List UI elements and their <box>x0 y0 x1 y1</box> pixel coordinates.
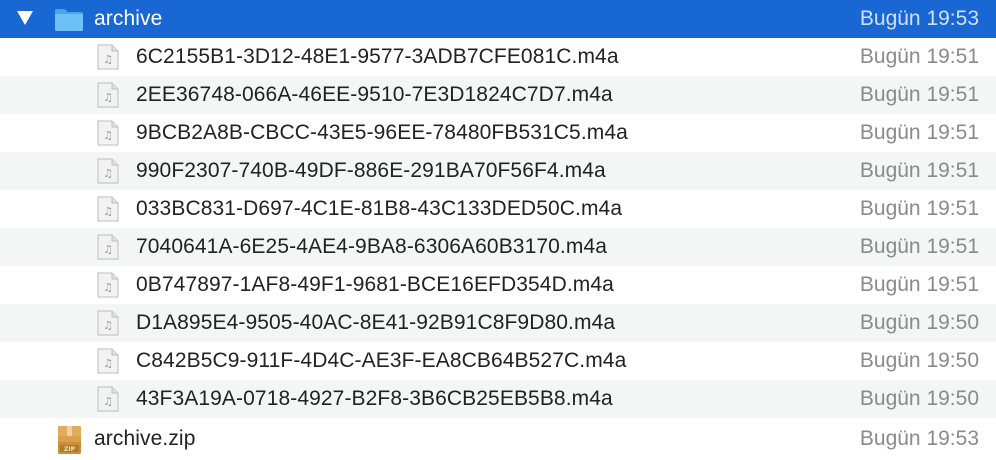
audio-file-icon: ♫ <box>97 44 119 70</box>
audio-file-icon: ♫ <box>97 82 119 108</box>
audio-file-icon: ♫ <box>97 234 119 260</box>
file-date: Bugün 19:51 <box>859 197 979 220</box>
audio-file-icon: ♫ <box>97 348 119 374</box>
svg-text:♫: ♫ <box>103 243 113 256</box>
zip-row-archive[interactable]: ZIP archive.zip Bugün 19:53 <box>0 420 996 458</box>
file-name: 0B747897-1AF8-49F1-9681-BCE16EFD354D.m4a <box>136 273 614 296</box>
svg-text:♫: ♫ <box>103 319 113 332</box>
svg-text:♫: ♫ <box>103 53 113 66</box>
svg-text:♫: ♫ <box>103 129 113 142</box>
file-row[interactable]: ♫ C842B5C9-911F-4D4C-AE3F-EA8CB64B527C.m… <box>0 342 996 380</box>
file-date: Bugün 19:50 <box>859 387 979 410</box>
file-list: archive Bugün 19:53 ♫ 6C2155B1-3D12-48E1… <box>0 0 996 460</box>
audio-file-icon: ♫ <box>97 158 119 184</box>
file-name: 7040641A-6E25-4AE4-9BA8-6306A60B3170.m4a <box>136 235 608 258</box>
audio-file-icon: ♫ <box>97 386 119 412</box>
file-row[interactable]: ♫ D1A895E4-9505-40AC-8E41-92B91C8F9D80.m… <box>0 304 996 342</box>
folder-name: archive <box>94 7 163 30</box>
file-name: 2EE36748-066A-46EE-9510-7E3D1824C7D7.m4a <box>136 83 613 106</box>
folder-row-archive[interactable]: archive Bugün 19:53 <box>0 0 996 38</box>
file-name: C842B5C9-911F-4D4C-AE3F-EA8CB64B527C.m4a <box>136 349 627 372</box>
file-row[interactable]: ♫ 2EE36748-066A-46EE-9510-7E3D1824C7D7.m… <box>0 76 996 114</box>
svg-text:♫: ♫ <box>103 205 113 218</box>
file-row[interactable]: ♫ 033BC831-D697-4C1E-81B8-43C133DED50C.m… <box>0 190 996 228</box>
file-name: 9BCB2A8B-CBCC-43E5-96EE-78480FB531C5.m4a <box>136 121 628 144</box>
file-row[interactable]: ♫ 0B747897-1AF8-49F1-9681-BCE16EFD354D.m… <box>0 266 996 304</box>
file-row[interactable]: ♫ 9BCB2A8B-CBCC-43E5-96EE-78480FB531C5.m… <box>0 114 996 152</box>
folder-date: Bugün 19:53 <box>859 7 979 30</box>
file-row[interactable]: ♫ 7040641A-6E25-4AE4-9BA8-6306A60B3170.m… <box>0 228 996 266</box>
file-row[interactable]: ♫ 43F3A19A-0718-4927-B2F8-3B6CB25EB5B8.m… <box>0 380 996 418</box>
svg-text:♫: ♫ <box>103 167 113 180</box>
file-date: Bugün 19:51 <box>859 235 979 258</box>
file-date: Bugün 19:51 <box>859 121 979 144</box>
file-date: Bugün 19:50 <box>859 349 979 372</box>
folder-icon <box>55 9 83 31</box>
zip-date: Bugün 19:53 <box>859 427 979 450</box>
file-name: D1A895E4-9505-40AC-8E41-92B91C8F9D80.m4a <box>136 311 616 334</box>
file-date: Bugün 19:50 <box>859 311 979 334</box>
svg-text:♫: ♫ <box>103 395 113 408</box>
audio-file-icon: ♫ <box>97 272 119 298</box>
svg-text:♫: ♫ <box>103 91 113 104</box>
audio-file-icon: ♫ <box>97 196 119 222</box>
file-date: Bugün 19:51 <box>859 273 979 296</box>
svg-text:♫: ♫ <box>103 357 113 370</box>
file-name: 990F2307-740B-49DF-886E-291BA70F56F4.m4a <box>136 159 606 182</box>
file-row[interactable]: ♫ 6C2155B1-3D12-48E1-9577-3ADB7CFE081C.m… <box>0 38 996 76</box>
audio-file-icon: ♫ <box>97 310 119 336</box>
file-date: Bugün 19:51 <box>859 83 979 106</box>
zip-archive-icon: ZIP <box>58 426 81 454</box>
audio-file-icon: ♫ <box>97 120 119 146</box>
disclosure-triangle-icon[interactable] <box>17 11 33 25</box>
zip-name: archive.zip <box>94 427 196 450</box>
file-name: 033BC831-D697-4C1E-81B8-43C133DED50C.m4a <box>136 197 623 220</box>
svg-text:♫: ♫ <box>103 281 113 294</box>
file-row[interactable]: ♫ 990F2307-740B-49DF-886E-291BA70F56F4.m… <box>0 152 996 190</box>
file-date: Bugün 19:51 <box>859 45 979 68</box>
file-name: 6C2155B1-3D12-48E1-9577-3ADB7CFE081C.m4a <box>136 45 619 68</box>
file-date: Bugün 19:51 <box>859 159 979 182</box>
svg-text:ZIP: ZIP <box>64 446 76 453</box>
file-name: 43F3A19A-0718-4927-B2F8-3B6CB25EB5B8.m4a <box>136 387 613 410</box>
